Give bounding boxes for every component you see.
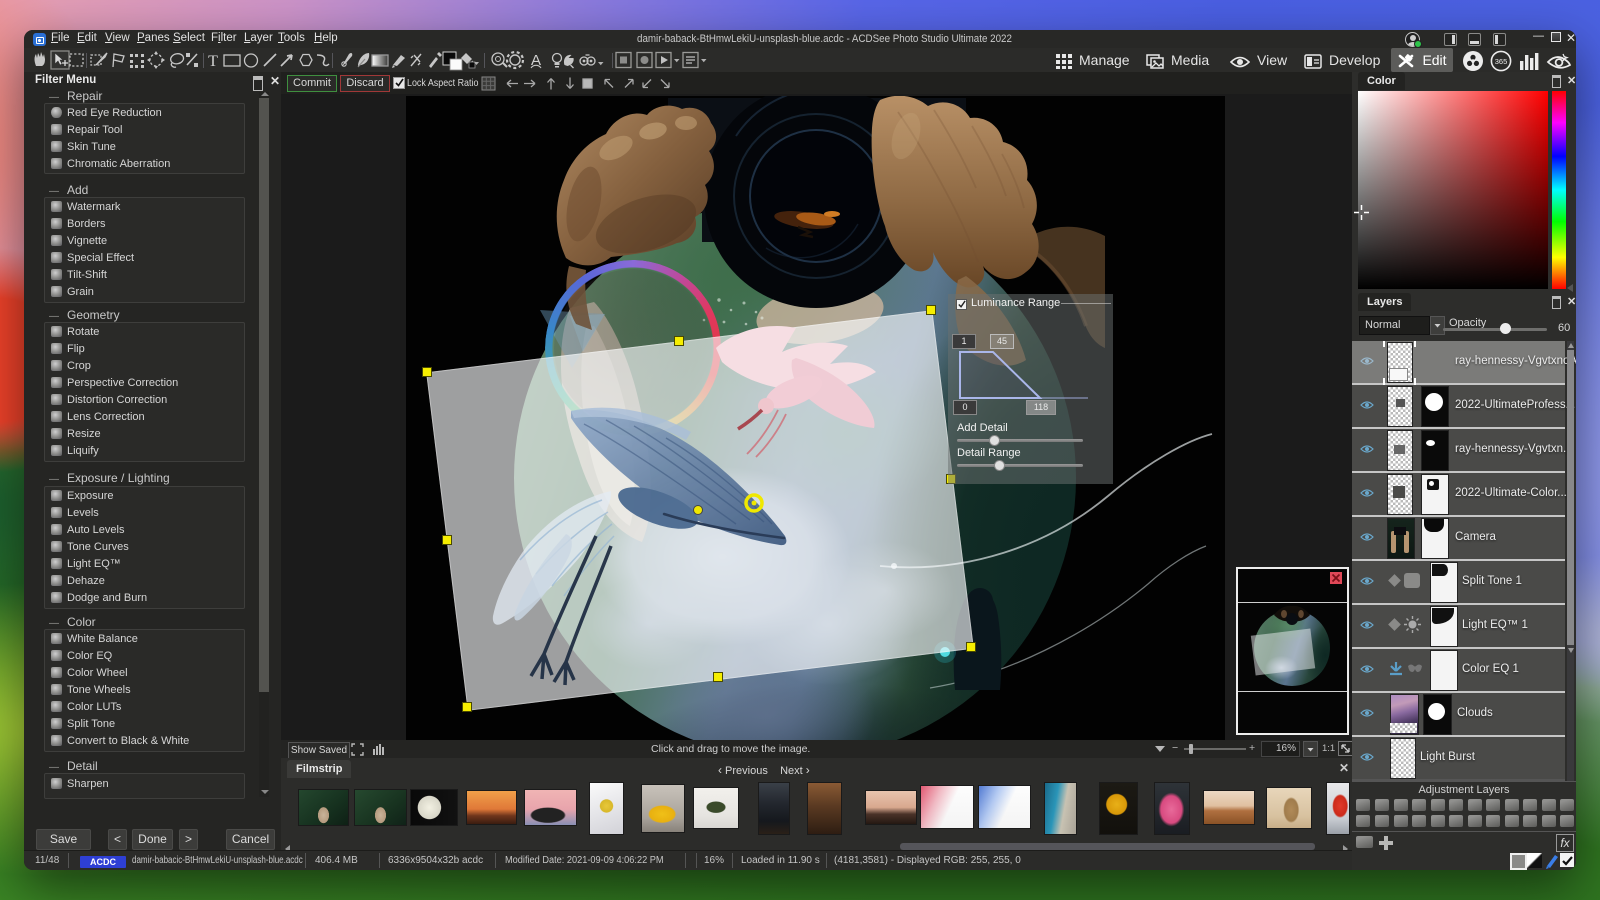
svg-text:T: T [208, 53, 218, 70]
svg-text:365: 365 [1495, 57, 1508, 66]
